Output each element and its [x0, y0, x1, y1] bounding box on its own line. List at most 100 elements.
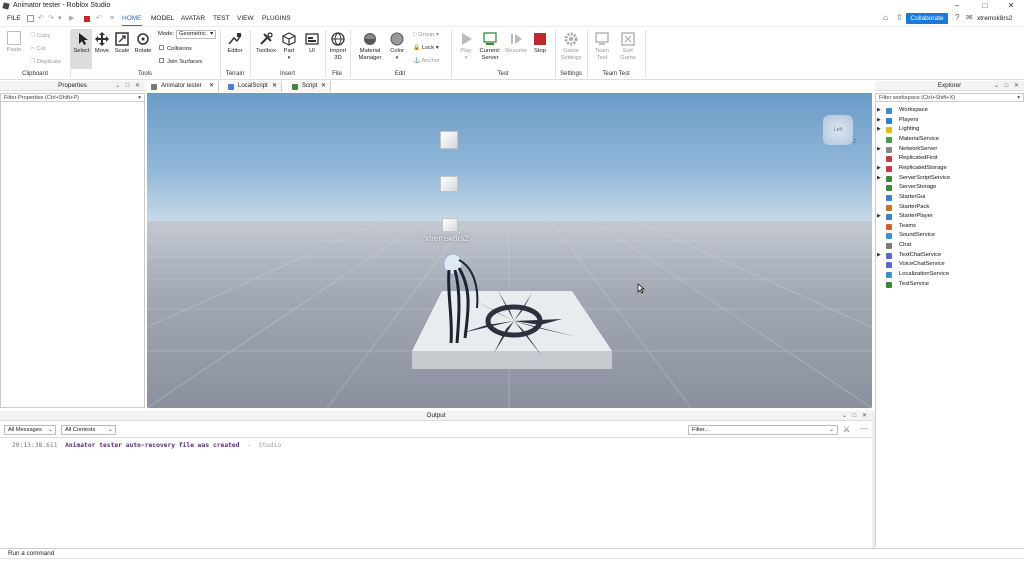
ui-button[interactable]: UI [302, 32, 322, 55]
duplicate-button[interactable]: ❐ Duplicate [30, 59, 61, 66]
expand-arrow-icon[interactable]: ▶ [877, 164, 881, 174]
menu-home[interactable]: HOME [122, 12, 142, 26]
minimize-button[interactable]: – [944, 0, 970, 12]
expand-arrow-icon[interactable]: ▶ [877, 251, 881, 261]
service-icon [886, 281, 892, 288]
menu-view[interactable]: VIEW [237, 12, 254, 26]
menu-test[interactable]: TEST [213, 12, 230, 26]
command-bar-input[interactable]: Run a command [0, 548, 1024, 558]
undo-icon[interactable]: ↶ [38, 15, 44, 23]
collisions-checkbox[interactable]: Collisions [159, 45, 192, 53]
expand-arrow-icon[interactable]: ▶ [877, 174, 881, 184]
stop-button[interactable]: Stop [530, 32, 550, 55]
notifications-icon[interactable]: ✉ [966, 14, 973, 22]
close-tab-icon[interactable]: ✕ [209, 81, 214, 92]
expand-arrow-icon[interactable]: ▶ [877, 106, 881, 116]
part-button[interactable]: Part ▾ [279, 32, 299, 62]
explorer-item-label: ServerStorage [899, 184, 937, 191]
platform-with-emblem[interactable] [402, 281, 622, 373]
explorer-filter-input[interactable]: Filter workspace (Ctrl+Shift+X) ▾ [875, 93, 1024, 102]
scale-tool-button[interactable]: Scale [112, 32, 132, 55]
username-label[interactable]: xtremsk8rs2 [977, 12, 1012, 26]
clipboard-group-label: Clipboard [22, 71, 48, 77]
menu-avatar[interactable]: AVATAR [181, 12, 205, 26]
ui-icon [305, 32, 319, 46]
terrain-editor-icon [228, 32, 242, 46]
stop-quick-icon[interactable] [84, 16, 90, 22]
group-button[interactable]: □ Group ▾ [413, 32, 439, 39]
maximize-button[interactable]: □ [972, 0, 998, 12]
select-tool-button[interactable]: Select [71, 29, 92, 69]
mode-select[interactable]: Geometric ▾ [176, 30, 216, 39]
tab-localscript[interactable]: LocalScript ✕ [224, 81, 282, 92]
team-test-icon [595, 32, 609, 46]
view-cube[interactable]: Left [823, 115, 853, 145]
clear-output-icon[interactable]: ⚔ [843, 425, 850, 434]
edit-group-label: Edit [394, 71, 406, 77]
cursor-icon [75, 32, 89, 46]
properties-filter-input[interactable]: Filter Properties (Ctrl+Shift+P) ▾ [0, 93, 145, 102]
player-character[interactable] [439, 248, 489, 348]
service-icon [886, 252, 892, 259]
floating-block[interactable] [440, 131, 458, 149]
expand-arrow-icon[interactable]: ▶ [877, 125, 881, 135]
game-settings-button[interactable]: Game Settings [557, 32, 585, 62]
floating-block[interactable] [442, 218, 458, 232]
color-button[interactable]: Color ▾ [387, 32, 407, 62]
play-quick-icon[interactable]: ▶ [69, 15, 74, 23]
status-bar [0, 558, 1024, 576]
lock-button[interactable]: 🔒 Lock ▾ [413, 45, 439, 52]
expand-arrow-icon[interactable]: ▶ [877, 116, 881, 126]
toolbox-button[interactable]: Toolbox [254, 32, 278, 55]
save-icon[interactable] [27, 15, 34, 22]
close-tab-icon[interactable]: ✕ [272, 81, 277, 92]
rotate-tool-button[interactable]: Rotate [132, 32, 154, 55]
terrain-editor-button[interactable]: Editor [224, 32, 246, 55]
tab-animator-tester[interactable]: Animator tester ✕ [147, 81, 219, 92]
join-surfaces-checkbox[interactable]: Join Surfaces [159, 58, 202, 66]
contexts-filter-dropdown[interactable]: All Contexts ⌄ [61, 425, 116, 435]
current-server-button[interactable]: Current: Server [478, 32, 502, 62]
close-tab-icon[interactable]: ✕ [321, 81, 326, 92]
menu-plugins[interactable]: PLUGINS [262, 12, 291, 26]
move-tool-button[interactable]: Move [92, 32, 112, 55]
team-test-button[interactable]: Team Test [590, 32, 614, 62]
play-button[interactable]: Play ▾ [455, 32, 477, 62]
cut-button[interactable]: ✂ Cut [30, 46, 46, 53]
floating-block[interactable] [440, 176, 458, 192]
exit-game-button[interactable]: Exit Game [616, 32, 640, 62]
output-filter-input[interactable]: Filter... ⌄ [688, 425, 838, 435]
dropdown-icon[interactable]: ▾ [58, 15, 62, 23]
paste-button[interactable]: Paste [4, 31, 24, 54]
home-icon[interactable]: ⌂ [883, 14, 888, 22]
properties-panel-controls[interactable]: ⌄ □ ✕ [115, 81, 142, 91]
menu-model[interactable]: MODEL [151, 12, 174, 26]
menu-bar: FILE ↶ ↷ ▾ ▶ ↶ ≡ HOME MODEL AVATAR TEST … [0, 12, 1024, 26]
explorer-item-label: StarterGui [899, 193, 926, 200]
redo-icon[interactable]: ↷ [48, 15, 54, 23]
explorer-panel-controls[interactable]: ⌄ □ ✕ [994, 81, 1021, 91]
copy-button[interactable]: ❐ Copy [30, 33, 50, 40]
output-more-icon[interactable]: ⋯ [860, 424, 868, 433]
share-icon[interactable]: ⇧ [896, 14, 903, 22]
properties-title: Properties [58, 82, 87, 89]
undo-small-icon[interactable]: ↶ [96, 15, 102, 23]
3d-viewport[interactable]: xtremsk8rs2 Left Z [147, 93, 872, 408]
expand-arrow-icon[interactable]: ▶ [877, 145, 881, 155]
messages-filter-dropdown[interactable]: All Messages ⌄ [4, 425, 56, 435]
import-3d-button[interactable]: Import 3D [327, 32, 349, 62]
menu-file[interactable]: FILE [7, 12, 21, 26]
output-panel-controls[interactable]: ⌄ □ ✕ [842, 411, 869, 421]
anchor-button[interactable]: ⚓ Anchor [413, 58, 440, 65]
tab-script[interactable]: Script ✕ [288, 81, 331, 92]
expand-arrow-icon[interactable]: ▶ [877, 212, 881, 222]
quick-access-menu-icon[interactable]: ≡ [110, 15, 114, 23]
collaborate-button[interactable]: Collaborate [906, 13, 948, 24]
help-icon[interactable]: ? [955, 14, 959, 22]
material-manager-button[interactable]: Material Manager [354, 32, 386, 62]
close-window-button[interactable]: ✕ [998, 0, 1024, 12]
scale-icon [115, 32, 129, 46]
service-icon [886, 243, 892, 250]
explorer-item-label: SoundService [899, 232, 936, 239]
resume-button[interactable]: Resume [504, 32, 528, 55]
